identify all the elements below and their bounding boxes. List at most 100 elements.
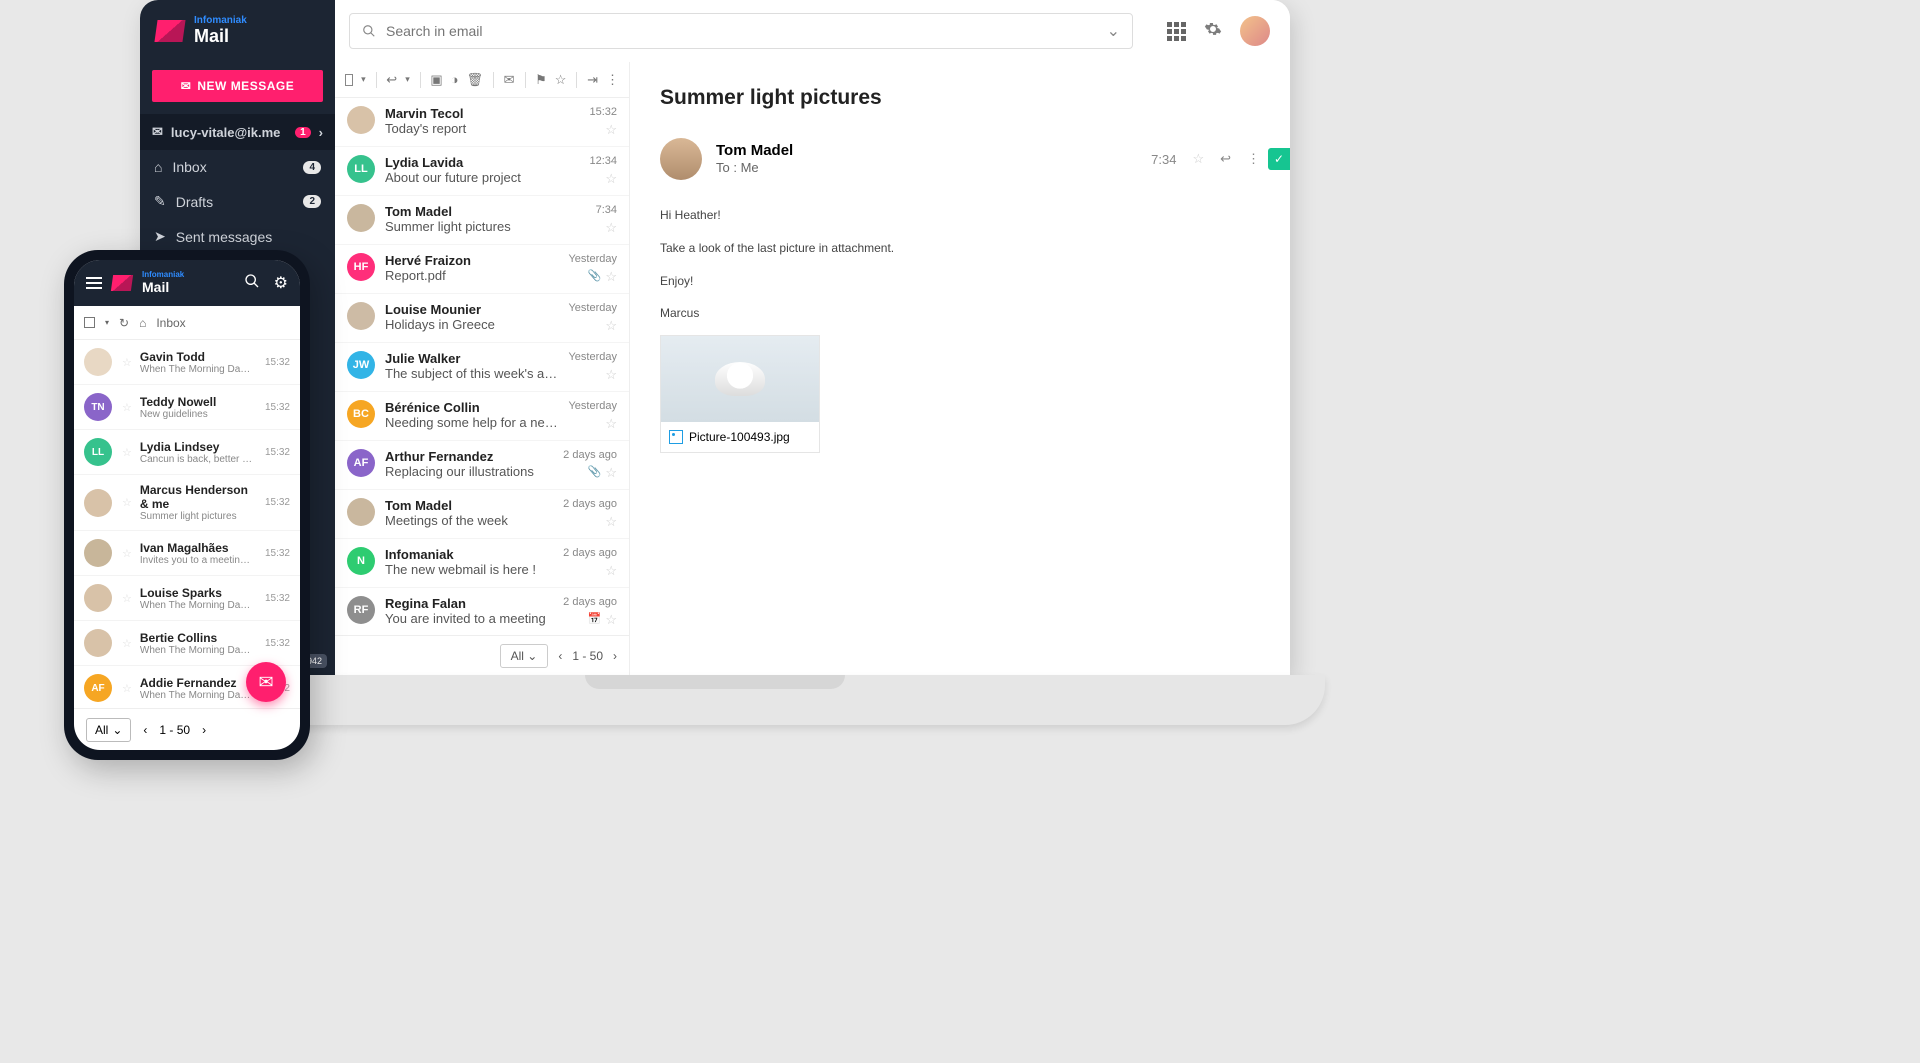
select-dropdown-icon[interactable]: ▾ (361, 74, 366, 85)
sender-avatar (84, 539, 112, 567)
apps-grid-icon[interactable] (1167, 22, 1186, 41)
select-all-checkbox[interactable] (345, 74, 353, 86)
message-subject: Replacing our illustrations (385, 464, 553, 479)
message-subject: When The Morning Dawns (140, 600, 255, 611)
message-list-column: ▾ ↩▾ ▣ ◑ 🗑 ✉ ⚑ ☆ ⇥ ⋮ Marvin TecolToda (335, 62, 630, 675)
search-input[interactable] (386, 23, 1097, 39)
sender-avatar: TN (84, 393, 112, 421)
message-row[interactable]: LLLydia LavidaAbout our future project12… (335, 147, 629, 196)
spam-icon[interactable]: ◑ (451, 72, 459, 87)
more-icon[interactable]: ⋮ (606, 72, 619, 88)
star-icon[interactable]: ☆ (122, 547, 132, 560)
message-row[interactable]: LL☆Lydia LindseyCancun is back, better …… (74, 430, 300, 475)
compose-fab[interactable]: ✉ (246, 662, 286, 702)
attachment-card[interactable]: Picture-100493.jpg (660, 335, 820, 453)
message-row[interactable]: ☆Marcus Henderson & meSummer light pictu… (74, 475, 300, 531)
hamburger-icon[interactable] (86, 277, 102, 289)
message-row[interactable]: RFRegina FalanYou are invited to a meeti… (335, 588, 629, 635)
message-from: Gavin Todd (140, 350, 255, 364)
star-icon[interactable]: ☆ (605, 465, 617, 481)
star-icon[interactable]: ☆ (605, 220, 617, 236)
sidebar-item-drafts[interactable]: ✎ Drafts 2 (140, 184, 335, 219)
message-subject: Summer light pictures (140, 511, 255, 522)
recipient-line: To : Me (716, 160, 759, 175)
message-row[interactable]: ☆Gavin ToddWhen The Morning Dawns15:32 (74, 340, 300, 385)
message-subject: When The Morning Dawns (140, 364, 255, 375)
search-icon[interactable] (244, 273, 260, 294)
message-time: 15:32 (589, 106, 617, 118)
star-icon[interactable]: ☆ (605, 514, 617, 530)
message-row[interactable]: NInfomaniakThe new webmail is here !2 da… (335, 539, 629, 588)
gear-icon[interactable]: ⚙ (274, 273, 288, 294)
message-row[interactable]: JWJulie WalkerThe subject of this week's… (335, 343, 629, 392)
message-row[interactable]: Louise MounierHolidays in GreeceYesterda… (335, 294, 629, 343)
star-icon[interactable]: ☆ (122, 356, 132, 369)
star-icon[interactable]: ☆ (605, 612, 617, 628)
archive-icon[interactable]: ▣ (430, 72, 442, 88)
star-icon[interactable]: ☆ (122, 592, 132, 605)
refresh-icon[interactable]: ↻ (119, 316, 129, 330)
message-row[interactable]: BCBérénice CollinNeeding some help for a… (335, 392, 629, 441)
inbox-icon: ⌂ (154, 159, 162, 175)
message-time: Yesterday (568, 302, 617, 314)
gear-icon[interactable] (1204, 20, 1222, 43)
select-all-checkbox[interactable] (84, 317, 95, 328)
message-row[interactable]: ☆Louise SparksWhen The Morning Dawns15:3… (74, 576, 300, 621)
message-row[interactable]: ☆Bertie CollinsWhen The Morning Dawns15:… (74, 621, 300, 666)
new-message-button[interactable]: ✉ NEW MESSAGE (152, 70, 323, 102)
mark-read-icon[interactable]: ✉ (504, 72, 515, 88)
app-window: Infomaniak Mail ⌄ ✉ NEW MESSAGE (140, 0, 1290, 675)
chevron-down-icon[interactable]: ⌄ (1107, 21, 1120, 41)
profile-avatar[interactable] (1240, 16, 1270, 46)
message-row[interactable]: ☆Ivan MagalhãesInvites you to a meeting … (74, 531, 300, 576)
reply-icon[interactable]: ↩ (1220, 151, 1231, 167)
search-field[interactable]: ⌄ (349, 13, 1133, 49)
star-icon[interactable]: ☆ (122, 637, 132, 650)
reply-icon[interactable]: ↩ (386, 72, 397, 88)
sender-avatar: LL (347, 155, 375, 183)
brand-product: Mail (142, 279, 169, 295)
sidebar-item-label: Sent messages (176, 229, 273, 245)
star-icon[interactable]: ☆ (605, 416, 617, 432)
trash-icon[interactable]: 🗑 (467, 72, 484, 88)
message-row[interactable]: Marvin TecolToday's report15:32☆ (335, 98, 629, 147)
message-row[interactable]: AFArthur FernandezReplacing our illustra… (335, 441, 629, 490)
attachment-thumb (661, 336, 819, 422)
flag-icon[interactable]: ⚑ (535, 72, 547, 88)
message-time: 15:32 (265, 447, 290, 458)
star-icon[interactable]: ☆ (122, 682, 132, 695)
message-subject: Meetings of the week (385, 513, 553, 528)
star-icon[interactable]: ☆ (122, 401, 132, 414)
filter-all-dropdown[interactable]: All ⌄ (86, 718, 131, 742)
star-icon[interactable]: ☆ (122, 496, 132, 509)
message-row[interactable]: TN☆Teddy NowellNew guidelines15:32 (74, 385, 300, 430)
star-icon[interactable]: ☆ (605, 318, 617, 334)
next-page-icon[interactable]: › (613, 649, 617, 663)
message-from: Bertie Collins (140, 631, 255, 645)
sidebar-item-sent[interactable]: ➤ Sent messages (140, 219, 335, 254)
next-page-icon[interactable]: › (202, 723, 206, 737)
star-icon[interactable]: ☆ (605, 171, 617, 187)
reply-dropdown-icon[interactable]: ▾ (405, 74, 410, 85)
prev-page-icon[interactable]: ‹ (558, 649, 562, 663)
select-dropdown-icon[interactable]: ▾ (105, 318, 109, 327)
prev-page-icon[interactable]: ‹ (143, 723, 147, 737)
message-row[interactable]: Tom MadelMeetings of the week2 days ago☆ (335, 490, 629, 539)
star-icon[interactable]: ☆ (605, 563, 617, 579)
filter-all-dropdown[interactable]: All ⌄ (500, 644, 549, 668)
more-icon[interactable]: ⋮ (1247, 151, 1260, 167)
star-icon[interactable]: ☆ (605, 122, 617, 138)
star-icon[interactable]: ☆ (605, 269, 617, 285)
sidebar-item-inbox[interactable]: ⌂ Inbox 4 (140, 150, 335, 184)
message-row[interactable]: HFHervé FraizonReport.pdfYesterday📎☆ (335, 245, 629, 294)
account-row[interactable]: ✉ lucy-vitale@ik.me 1 › (140, 114, 335, 150)
message-row[interactable]: Tom MadelSummer light pictures7:34☆ (335, 196, 629, 245)
star-icon[interactable]: ☆ (122, 446, 132, 459)
star-icon[interactable]: ☆ (555, 72, 567, 88)
star-icon[interactable]: ☆ (1192, 151, 1204, 167)
compose-icon: ✉ (181, 79, 192, 93)
star-icon[interactable]: ☆ (605, 367, 617, 383)
move-icon[interactable]: ⇥ (587, 72, 598, 88)
paperclip-icon: 📎 (588, 269, 602, 285)
side-check-badge[interactable] (1268, 148, 1290, 170)
